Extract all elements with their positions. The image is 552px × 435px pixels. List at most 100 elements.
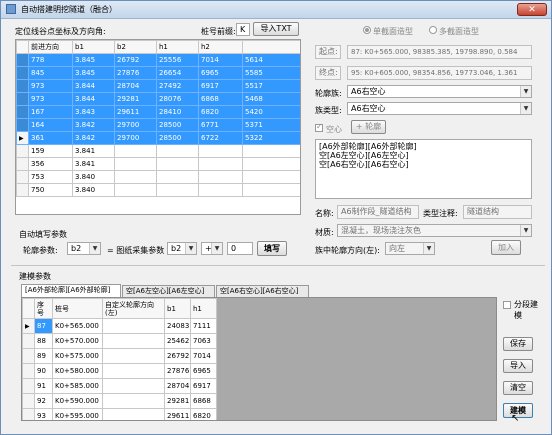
model-grid-cell[interactable] — [102, 318, 165, 334]
coord-grid-cell[interactable]: 3.840 — [72, 170, 115, 184]
model-grid-cell[interactable]: 6820 — [190, 408, 217, 420]
model-grid-cell[interactable]: 87 — [34, 318, 53, 334]
model-grid-header[interactable]: 桩号 — [52, 298, 103, 319]
coord-grid-cell[interactable]: 26792 — [114, 53, 157, 67]
model-grid-cell[interactable]: 6965 — [190, 363, 217, 379]
model-grid-cell[interactable] — [102, 408, 165, 420]
coord-grid-header[interactable]: h2 — [198, 40, 243, 54]
model-grid-row[interactable]: 90 K0+580.000 27876 6965 — [22, 363, 217, 379]
model-grid-header[interactable]: b1 — [164, 298, 191, 319]
coord-grid-cell[interactable]: 6771 — [198, 118, 243, 132]
coord-grid-row[interactable]: 750 3.840 — [16, 183, 300, 197]
add-button[interactable]: 加入 — [491, 240, 521, 255]
model-grid-cell[interactable]: K0+585.000 — [52, 378, 103, 394]
coord-grid-cell[interactable]: 6820 — [198, 105, 243, 119]
row-header[interactable] — [16, 66, 29, 80]
row-header[interactable] — [16, 183, 29, 197]
row-header[interactable] — [22, 363, 35, 379]
model-grid-cell[interactable]: 29611 — [164, 408, 191, 420]
coord-grid-cell[interactable] — [114, 157, 157, 171]
coord-grid-cell[interactable]: 28410 — [156, 105, 199, 119]
coord-grid-header[interactable]: h1 — [156, 40, 199, 54]
model-grid-cell[interactable]: 25462 — [164, 333, 191, 349]
coord-grid-cell[interactable]: 6965 — [198, 66, 243, 80]
row-header[interactable] — [16, 92, 29, 106]
single-section-radio[interactable] — [363, 26, 371, 34]
row-header[interactable] — [16, 144, 29, 158]
multi-section-radio[interactable] — [429, 26, 437, 34]
coord-grid-cell[interactable] — [242, 157, 300, 171]
tab-outer-outline[interactable]: [A6外部轮廓][A6外部轮廓] — [21, 284, 121, 297]
family-type-select[interactable]: A6右空心 ▼ — [347, 102, 532, 115]
row-header[interactable] — [22, 408, 35, 420]
coord-grid-header[interactable]: b2 — [114, 40, 157, 54]
fill-button[interactable]: 填写 — [257, 241, 287, 256]
model-grid-cell[interactable]: 28704 — [164, 378, 191, 394]
outline-list-item[interactable]: 空[A6右空心][A6右空心] — [319, 160, 528, 169]
current-row-arrow-icon[interactable]: ▶ — [16, 131, 29, 145]
model-grid-cell[interactable]: K0+590.000 — [52, 393, 103, 409]
prefix-input[interactable]: K — [236, 23, 250, 36]
model-grid-cell[interactable]: 29281 — [164, 393, 191, 409]
coord-grid-cell[interactable]: 27876 — [114, 66, 157, 80]
model-grid-row[interactable]: 89 K0+575.000 26792 7014 — [22, 348, 217, 364]
import-button[interactable]: 导入 — [503, 359, 533, 373]
model-grid-row[interactable]: 93 K0+595.000 29611 6820 — [22, 408, 217, 420]
model-grid-cell[interactable]: K0+575.000 — [52, 348, 103, 364]
coord-grid-cell[interactable] — [198, 144, 243, 158]
row-header[interactable] — [16, 170, 29, 184]
coord-grid-cell[interactable]: 5614 — [242, 53, 300, 67]
model-grid-header[interactable]: 自定义轮廓方向(左) — [102, 298, 165, 319]
direction-select[interactable]: 向左 ▼ — [385, 242, 435, 255]
model-grid-header[interactable]: h1 — [190, 298, 217, 319]
title-bar[interactable]: 自动搭建明挖隧道（融合） ✕ — [1, 1, 551, 19]
coord-grid-cell[interactable]: 27492 — [156, 79, 199, 93]
coord-grid-cell[interactable]: 164 — [28, 118, 73, 132]
coord-grid-cell[interactable]: 5517 — [242, 79, 300, 93]
model-grid-cell[interactable]: 7111 — [190, 318, 217, 334]
model-grid-cell[interactable]: 6917 — [190, 378, 217, 394]
model-grid-row[interactable]: 91 K0+585.000 28704 6917 — [22, 378, 217, 394]
coord-grid-cell[interactable] — [114, 170, 157, 184]
model-grid[interactable]: 序号 桩号 自定义轮廓方向(左) b1 h1 ▶ 87 K0+565.000 24083 711… — [21, 297, 497, 421]
coord-grid-cell[interactable]: 167 — [28, 105, 73, 119]
model-grid-row[interactable]: ▶ 87 K0+565.000 24083 7111 — [22, 318, 217, 334]
coord-grid-cell[interactable]: 3.842 — [72, 131, 115, 145]
coord-grid-cell[interactable] — [156, 183, 199, 197]
coord-grid-cell[interactable]: 3.841 — [72, 144, 115, 158]
model-grid-cell[interactable] — [102, 348, 165, 364]
drawing-param-select[interactable]: b2 ▼ — [167, 242, 197, 255]
coord-grid-cell[interactable]: 28500 — [156, 118, 199, 132]
coord-grid-cell[interactable] — [242, 183, 300, 197]
coord-grid-header[interactable] — [16, 40, 29, 54]
model-grid-cell[interactable] — [102, 363, 165, 379]
coord-grid-cell[interactable]: 361 — [28, 131, 73, 145]
row-header[interactable] — [16, 53, 29, 67]
coord-grid-cell[interactable]: 28076 — [156, 92, 199, 106]
coord-grid-cell[interactable]: 29281 — [114, 92, 157, 106]
model-grid-cell[interactable] — [102, 378, 165, 394]
close-button[interactable]: ✕ — [517, 3, 547, 16]
coord-grid-cell[interactable]: 5322 — [242, 131, 300, 145]
coord-grid-cell[interactable]: 3.844 — [72, 79, 115, 93]
coord-grid-cell[interactable]: 845 — [28, 66, 73, 80]
coord-grid-cell[interactable]: 5420 — [242, 105, 300, 119]
coord-grid-cell[interactable]: 26654 — [156, 66, 199, 80]
coord-grid-cell[interactable] — [198, 157, 243, 171]
coord-grid-row[interactable]: 164 3.842 29700 28500 6771 5371 — [16, 118, 300, 132]
row-header[interactable] — [16, 157, 29, 171]
model-grid-cell[interactable]: 26792 — [164, 348, 191, 364]
row-header[interactable] — [22, 333, 35, 349]
model-grid-row[interactable]: 88 K0+570.000 25462 7063 — [22, 333, 217, 349]
coord-grid-row[interactable]: 973 3.844 29281 28076 6868 5468 — [16, 92, 300, 106]
coord-grid-cell[interactable]: 159 — [28, 144, 73, 158]
coord-grid[interactable]: 前进方向 b1 b2 h1 h2 778 3.845 26792 25556 7014 5614 8… — [15, 39, 301, 215]
model-grid-cell[interactable]: K0+565.000 — [52, 318, 103, 334]
coord-grid-cell[interactable]: 973 — [28, 92, 73, 106]
material-select[interactable]: 混凝土，现场浇注灰色 ▼ — [337, 224, 532, 237]
model-grid-cell[interactable]: 90 — [34, 363, 53, 379]
coord-grid-cell[interactable]: 356 — [28, 157, 73, 171]
coord-grid-cell[interactable]: 6722 — [198, 131, 243, 145]
model-grid-cell[interactable]: 7063 — [190, 333, 217, 349]
row-header[interactable] — [22, 348, 35, 364]
